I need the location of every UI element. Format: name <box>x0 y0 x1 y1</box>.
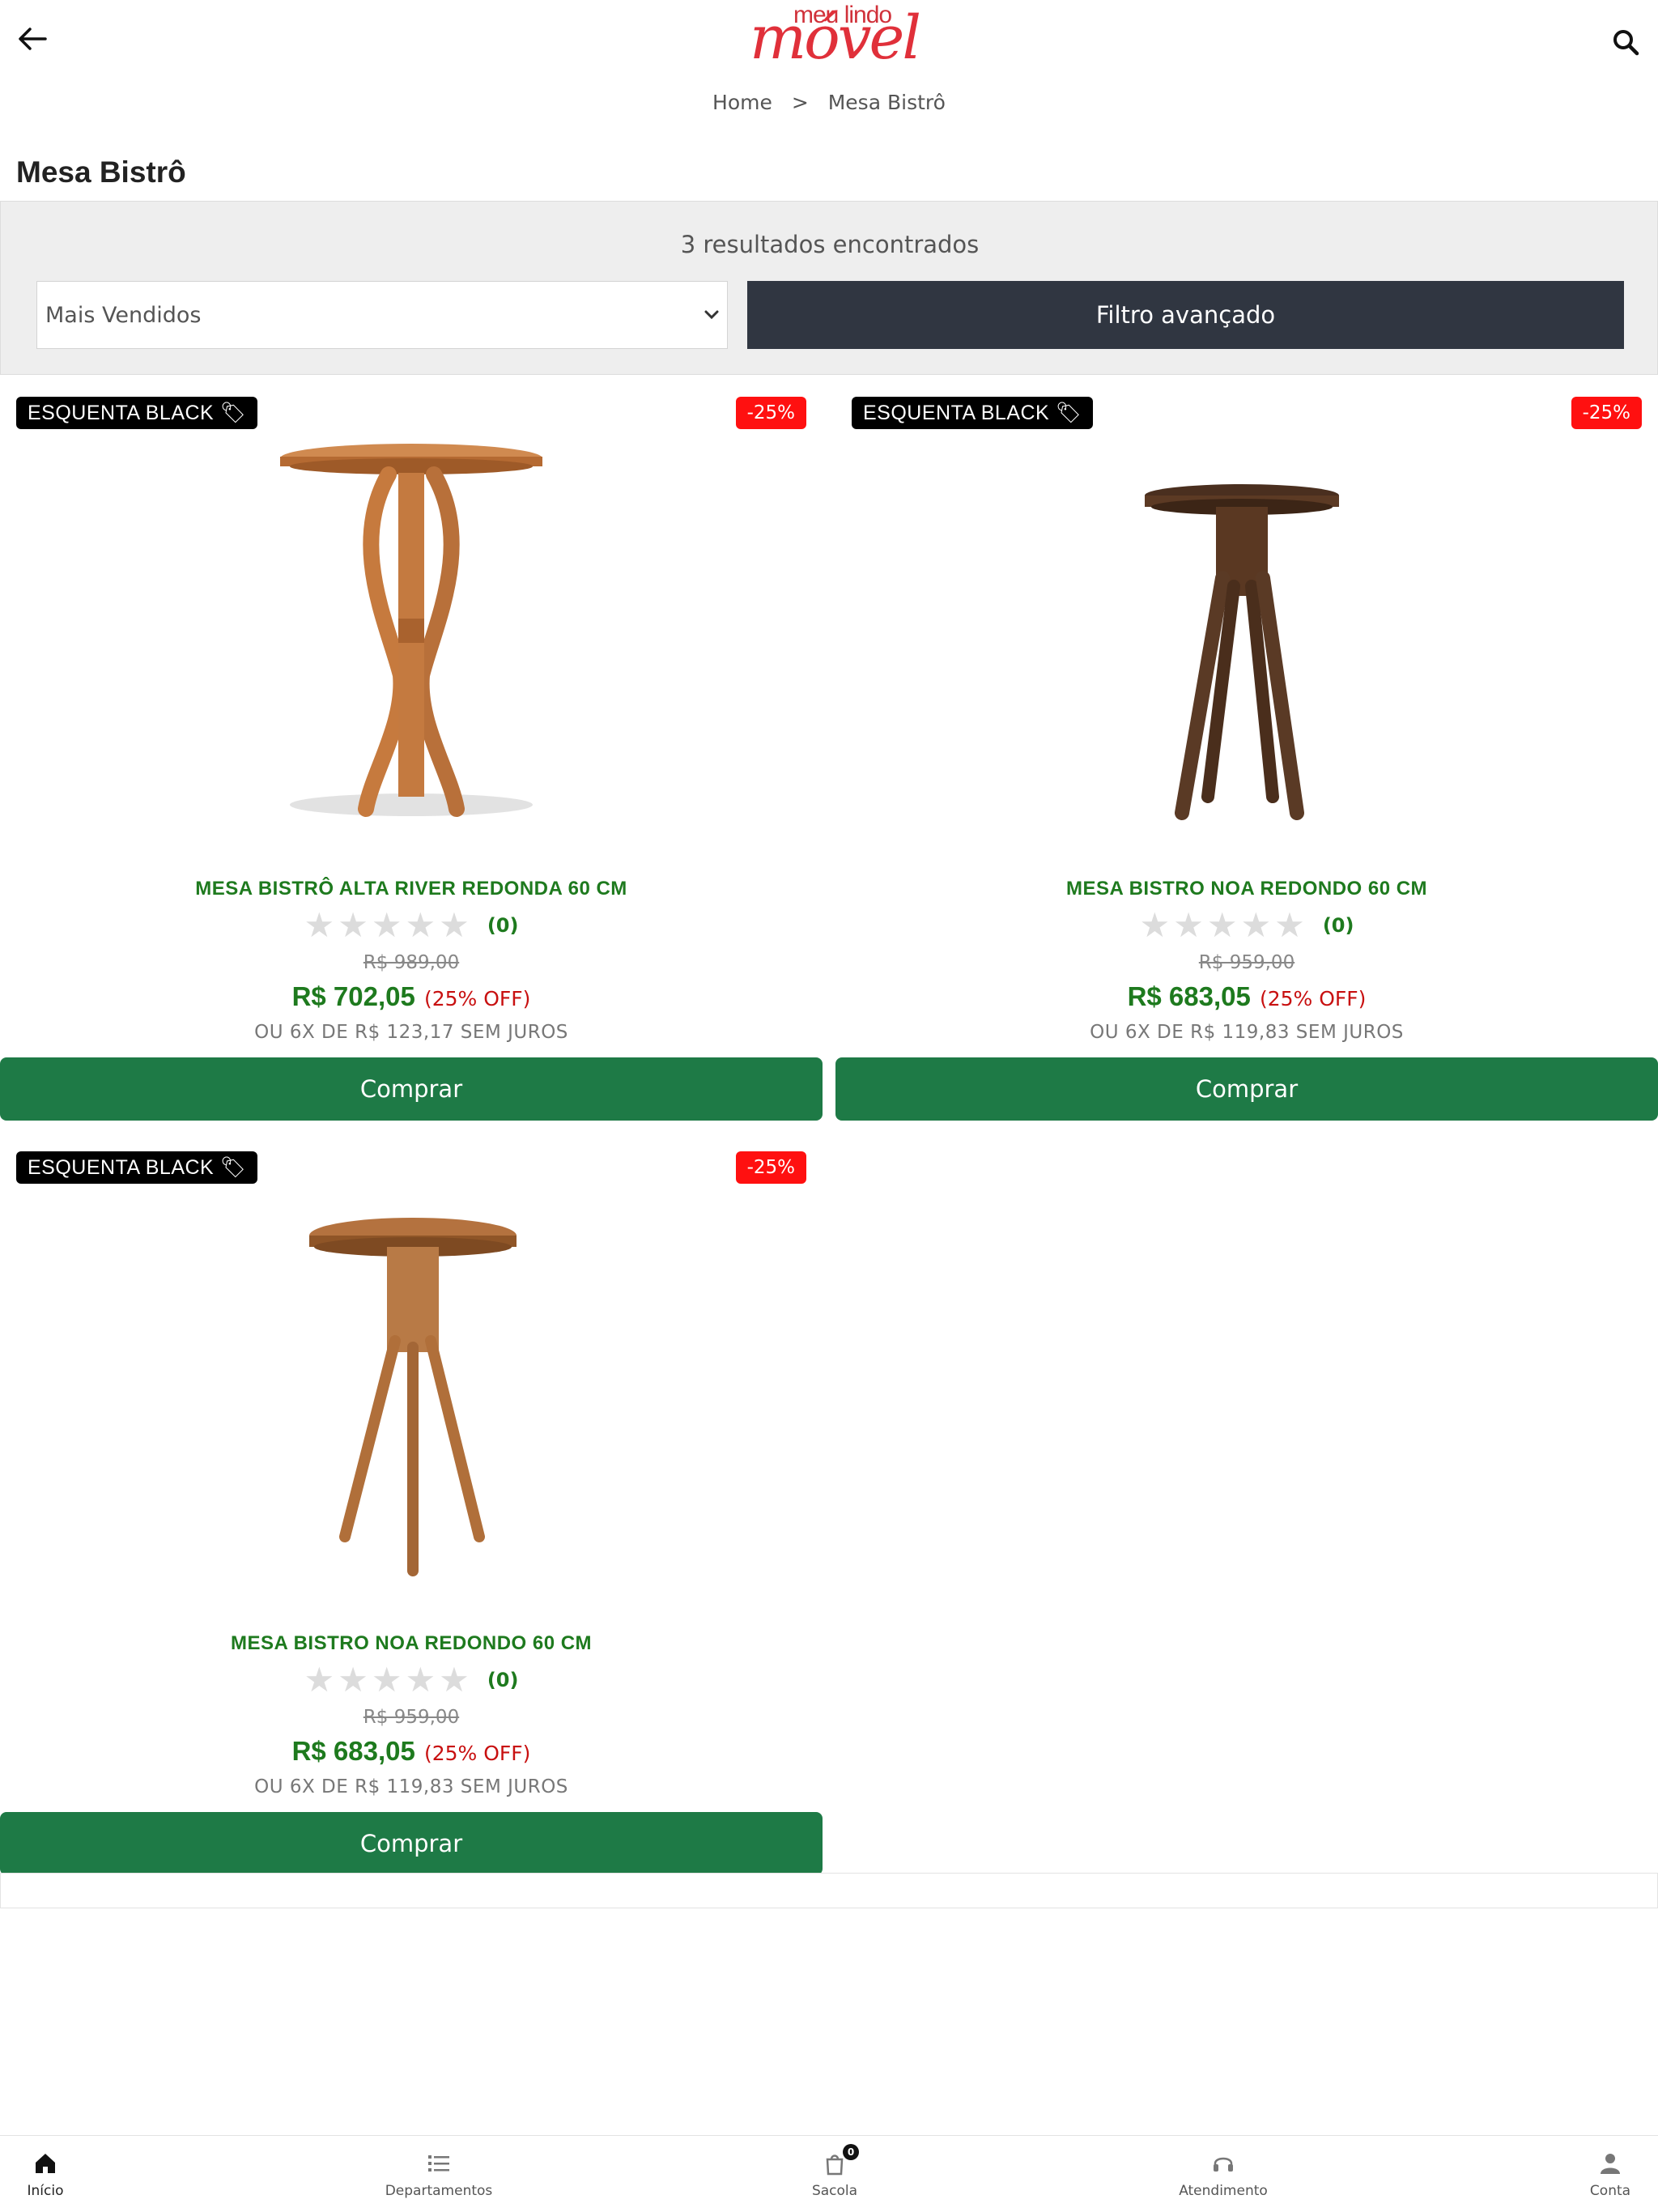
product-name[interactable]: MESA BISTRÔ ALTA RIVER REDONDA 60 CM <box>0 878 823 900</box>
chevron-down-icon <box>704 310 719 320</box>
rating-count: (0) <box>1322 914 1354 937</box>
buy-button[interactable]: Comprar <box>835 1057 1658 1121</box>
user-icon <box>1601 2154 1620 2174</box>
price-row: R$ 683,05 (25% OFF) <box>835 981 1658 1012</box>
discount-text: (25% OFF) <box>1259 987 1367 1010</box>
back-button[interactable] <box>15 21 50 57</box>
installments: OU 6X DE R$ 119,83 SEM JUROS <box>1090 1022 1404 1043</box>
buy-button[interactable]: Comprar <box>0 1812 823 1875</box>
product-image[interactable] <box>194 416 623 829</box>
list-icon <box>428 2155 449 2172</box>
filter-panel: 3 resultados encontrados Mais Vendidos F… <box>0 201 1658 375</box>
star-rating-icon: ★★★★★ <box>304 905 473 945</box>
nav-cart[interactable]: 0 Sacola <box>754 2144 916 2199</box>
advanced-filter-button[interactable]: Filtro avançado <box>747 281 1624 349</box>
current-price: R$ 683,05 <box>291 1736 415 1766</box>
nav-departments[interactable]: Departamentos <box>358 2150 520 2199</box>
product-image[interactable] <box>1030 416 1459 829</box>
bottom-nav: Início Departamentos 0 Sacola Atendiment… <box>0 2135 1658 2212</box>
discount-badge: -25% <box>735 1151 806 1184</box>
nav-account-label: Conta <box>1589 2183 1631 2199</box>
product-rating: ★★★★★ (0) <box>835 908 1658 942</box>
breadcrumb-home[interactable]: Home <box>712 91 772 114</box>
nav-departments-label: Departamentos <box>385 2183 493 2199</box>
star-rating-icon: ★★★★★ <box>304 1660 473 1699</box>
page-title: Mesa Bistrô <box>16 155 186 189</box>
arrow-left-icon <box>19 28 47 50</box>
price-row: R$ 702,05 (25% OFF) <box>0 981 823 1012</box>
discount-badge: -25% <box>735 397 806 429</box>
headset-icon <box>1214 2157 1233 2172</box>
rating-count: (0) <box>487 1669 519 1691</box>
brand-logo[interactable]: meu lindo móvel <box>745 0 923 81</box>
nav-home[interactable]: Início <box>0 2150 126 2199</box>
product-card: ESQUENTA BLACK 🏷 -25% MESA BISTRO NOA RE… <box>0 1138 823 1875</box>
nav-support-label: Atendimento <box>1179 2183 1268 2199</box>
product-rating: ★★★★★ (0) <box>0 908 823 942</box>
search-icon <box>1613 30 1639 56</box>
pagination-area <box>0 1873 1658 1908</box>
product-image[interactable] <box>194 1171 623 1584</box>
results-count: 3 resultados encontrados <box>680 231 980 258</box>
nav-support[interactable]: Atendimento <box>1142 2150 1304 2199</box>
price-row: R$ 683,05 (25% OFF) <box>0 1736 823 1767</box>
discount-text: (25% OFF) <box>423 987 531 1010</box>
product-rating: ★★★★★ (0) <box>0 1663 823 1697</box>
current-price: R$ 683,05 <box>1127 981 1251 1011</box>
old-price: R$ 959,00 <box>363 1707 460 1728</box>
product-name[interactable]: MESA BISTRO NOA REDONDO 60 CM <box>0 1632 823 1655</box>
nav-cart-label: Sacola <box>811 2183 858 2199</box>
product-name[interactable]: MESA BISTRO NOA REDONDO 60 CM <box>835 878 1658 900</box>
star-rating-icon: ★★★★★ <box>1139 905 1308 945</box>
product-listing-page: meu lindo móvel Home > Mesa Bistrô Mesa … <box>0 0 1658 2212</box>
nav-home-label: Início <box>27 2183 64 2199</box>
cart-count-badge: 0 <box>843 2144 859 2160</box>
buy-button[interactable]: Comprar <box>0 1057 823 1121</box>
breadcrumb: Home > Mesa Bistrô <box>0 91 1658 114</box>
breadcrumb-current: Mesa Bistrô <box>827 91 946 114</box>
rating-count: (0) <box>487 914 519 937</box>
home-icon <box>36 2154 55 2173</box>
logo-big-text: móvel <box>750 3 921 73</box>
breadcrumb-separator: > <box>791 91 809 114</box>
installments: OU 6X DE R$ 119,83 SEM JUROS <box>254 1776 568 1797</box>
nav-account[interactable]: Conta <box>1529 2150 1658 2199</box>
product-card: ESQUENTA BLACK 🏷 -25% MESA BISTRO NOA RE… <box>835 384 1658 1121</box>
header: meu lindo móvel Home > Mesa Bistrô <box>0 0 1658 142</box>
installments: OU 6X DE R$ 123,17 SEM JUROS <box>254 1022 568 1043</box>
product-card: ESQUENTA BLACK 🏷 -25% MESA BISTRÔ ALTA R… <box>0 384 823 1121</box>
search-button[interactable] <box>1608 24 1643 60</box>
discount-badge: -25% <box>1571 397 1642 429</box>
sort-select[interactable]: Mais Vendidos <box>36 281 728 349</box>
discount-text: (25% OFF) <box>423 1742 531 1765</box>
old-price: R$ 989,00 <box>363 952 460 973</box>
old-price: R$ 959,00 <box>1198 952 1295 973</box>
sort-selected-value: Mais Vendidos <box>45 302 202 328</box>
current-price: R$ 702,05 <box>291 981 415 1011</box>
